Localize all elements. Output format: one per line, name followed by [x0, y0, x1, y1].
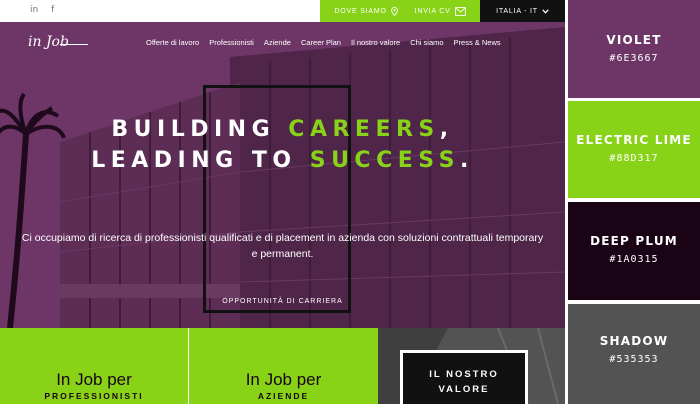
color-palette: VIOLET #6E3667 ELECTRIC LIME #88D317 DEE…	[568, 0, 700, 404]
il-nostro-valore-label: IL NOSTRO VALORE	[403, 353, 525, 404]
nav-professionisti[interactable]: Professionisti	[209, 38, 254, 47]
headline-line-2: LEADING TO SUCCESS.	[0, 145, 565, 176]
social-links: in f	[30, 5, 64, 15]
swatch-electric-lime: ELECTRIC LIME #88D317	[568, 101, 700, 198]
hero-description: Ci occupiamo di ricerca di professionist…	[21, 232, 544, 260]
nav-press-news[interactable]: Press & News	[454, 38, 501, 47]
card-aziende-subtitle: AZIENDE	[257, 391, 310, 401]
swatch-shadow-name: SHADOW	[599, 334, 669, 348]
envelope-icon	[454, 6, 466, 16]
il-nostro-valore-box: IL NOSTRO VALORE	[400, 350, 528, 404]
nav-career-plan[interactable]: Career Plan	[301, 38, 341, 47]
swatch-violet-hex: #6E3667	[609, 53, 659, 64]
top-utility-bar: in f DOVE SIAMO INVIA CV ITALIA - IT	[0, 0, 565, 22]
nav-il-nostro-valore[interactable]: Il nostro valore	[351, 38, 400, 47]
card-aziende[interactable]: In Job per AZIENDE	[189, 328, 378, 404]
injob-logo[interactable]: in Job	[28, 34, 69, 50]
invia-cv-link[interactable]: INVIA CV	[414, 6, 466, 16]
language-label: ITALIA - IT	[496, 7, 538, 15]
hero-headline: BUILDING CAREERS, LEADING TO SUCCESS.	[0, 114, 565, 176]
swatch-violet: VIOLET #6E3667	[568, 0, 700, 98]
headline-line-1: BUILDING CAREERS,	[0, 114, 565, 145]
card-professionisti-title: In Job per	[56, 370, 132, 389]
language-selector[interactable]: ITALIA - IT	[480, 0, 565, 22]
career-opportunities-link[interactable]: OPPORTUNITÀ DI CARRIERA	[0, 298, 565, 305]
nav-aziende[interactable]: Aziende	[264, 38, 291, 47]
linkedin-icon[interactable]: in	[30, 5, 38, 15]
swatch-violet-name: VIOLET	[606, 33, 662, 47]
headline-comma: ,	[439, 117, 454, 142]
card-professionisti[interactable]: In Job per PROFESSIONISTI	[0, 328, 188, 404]
dove-siamo-link[interactable]: DOVE SIAMO	[334, 6, 398, 16]
card-il-nostro-valore[interactable]: IL NOSTRO VALORE	[378, 328, 565, 404]
headline-careers: CAREERS	[288, 117, 440, 142]
swatch-deep-plum-name: DEEP PLUM	[590, 234, 678, 248]
swatch-deep-plum-hex: #1A0315	[609, 254, 659, 265]
dove-siamo-label: DOVE SIAMO	[334, 7, 387, 15]
headline-leading-to: LEADING TO	[91, 148, 310, 173]
invia-cv-label: INVIA CV	[414, 7, 451, 15]
swatch-deep-plum: DEEP PLUM #1A0315	[568, 202, 700, 300]
nav-chi-siamo[interactable]: Chi siamo	[410, 38, 443, 47]
logo-underline	[60, 44, 88, 45]
card-aziende-title: In Job per	[245, 370, 322, 389]
facebook-icon[interactable]: f	[51, 5, 54, 15]
swatch-electric-lime-hex: #88D317	[609, 153, 659, 164]
swatch-shadow-hex: #535353	[609, 354, 659, 365]
website-mockup: in f DOVE SIAMO INVIA CV ITALIA - IT in …	[0, 0, 565, 404]
chevron-down-icon	[542, 8, 549, 14]
swatch-electric-lime-name: ELECTRIC LIME	[576, 133, 692, 147]
nav-offerte-di-lavoro[interactable]: Offerte di lavoro	[146, 38, 199, 47]
card-professionisti-subtitle: PROFESSIONISTI	[44, 391, 144, 401]
headline-period: .	[459, 148, 474, 173]
headline-building: BUILDING	[111, 117, 289, 142]
top-actions: DOVE SIAMO INVIA CV	[320, 0, 480, 22]
swatch-shadow: SHADOW #535353	[568, 304, 700, 404]
headline-success: SUCCESS	[309, 148, 460, 173]
map-pin-icon	[390, 6, 398, 16]
main-navigation: Offerte di lavoro Professionisti Aziende…	[146, 38, 501, 47]
hero-section: in Job Offerte di lavoro Professionisti …	[0, 22, 565, 328]
